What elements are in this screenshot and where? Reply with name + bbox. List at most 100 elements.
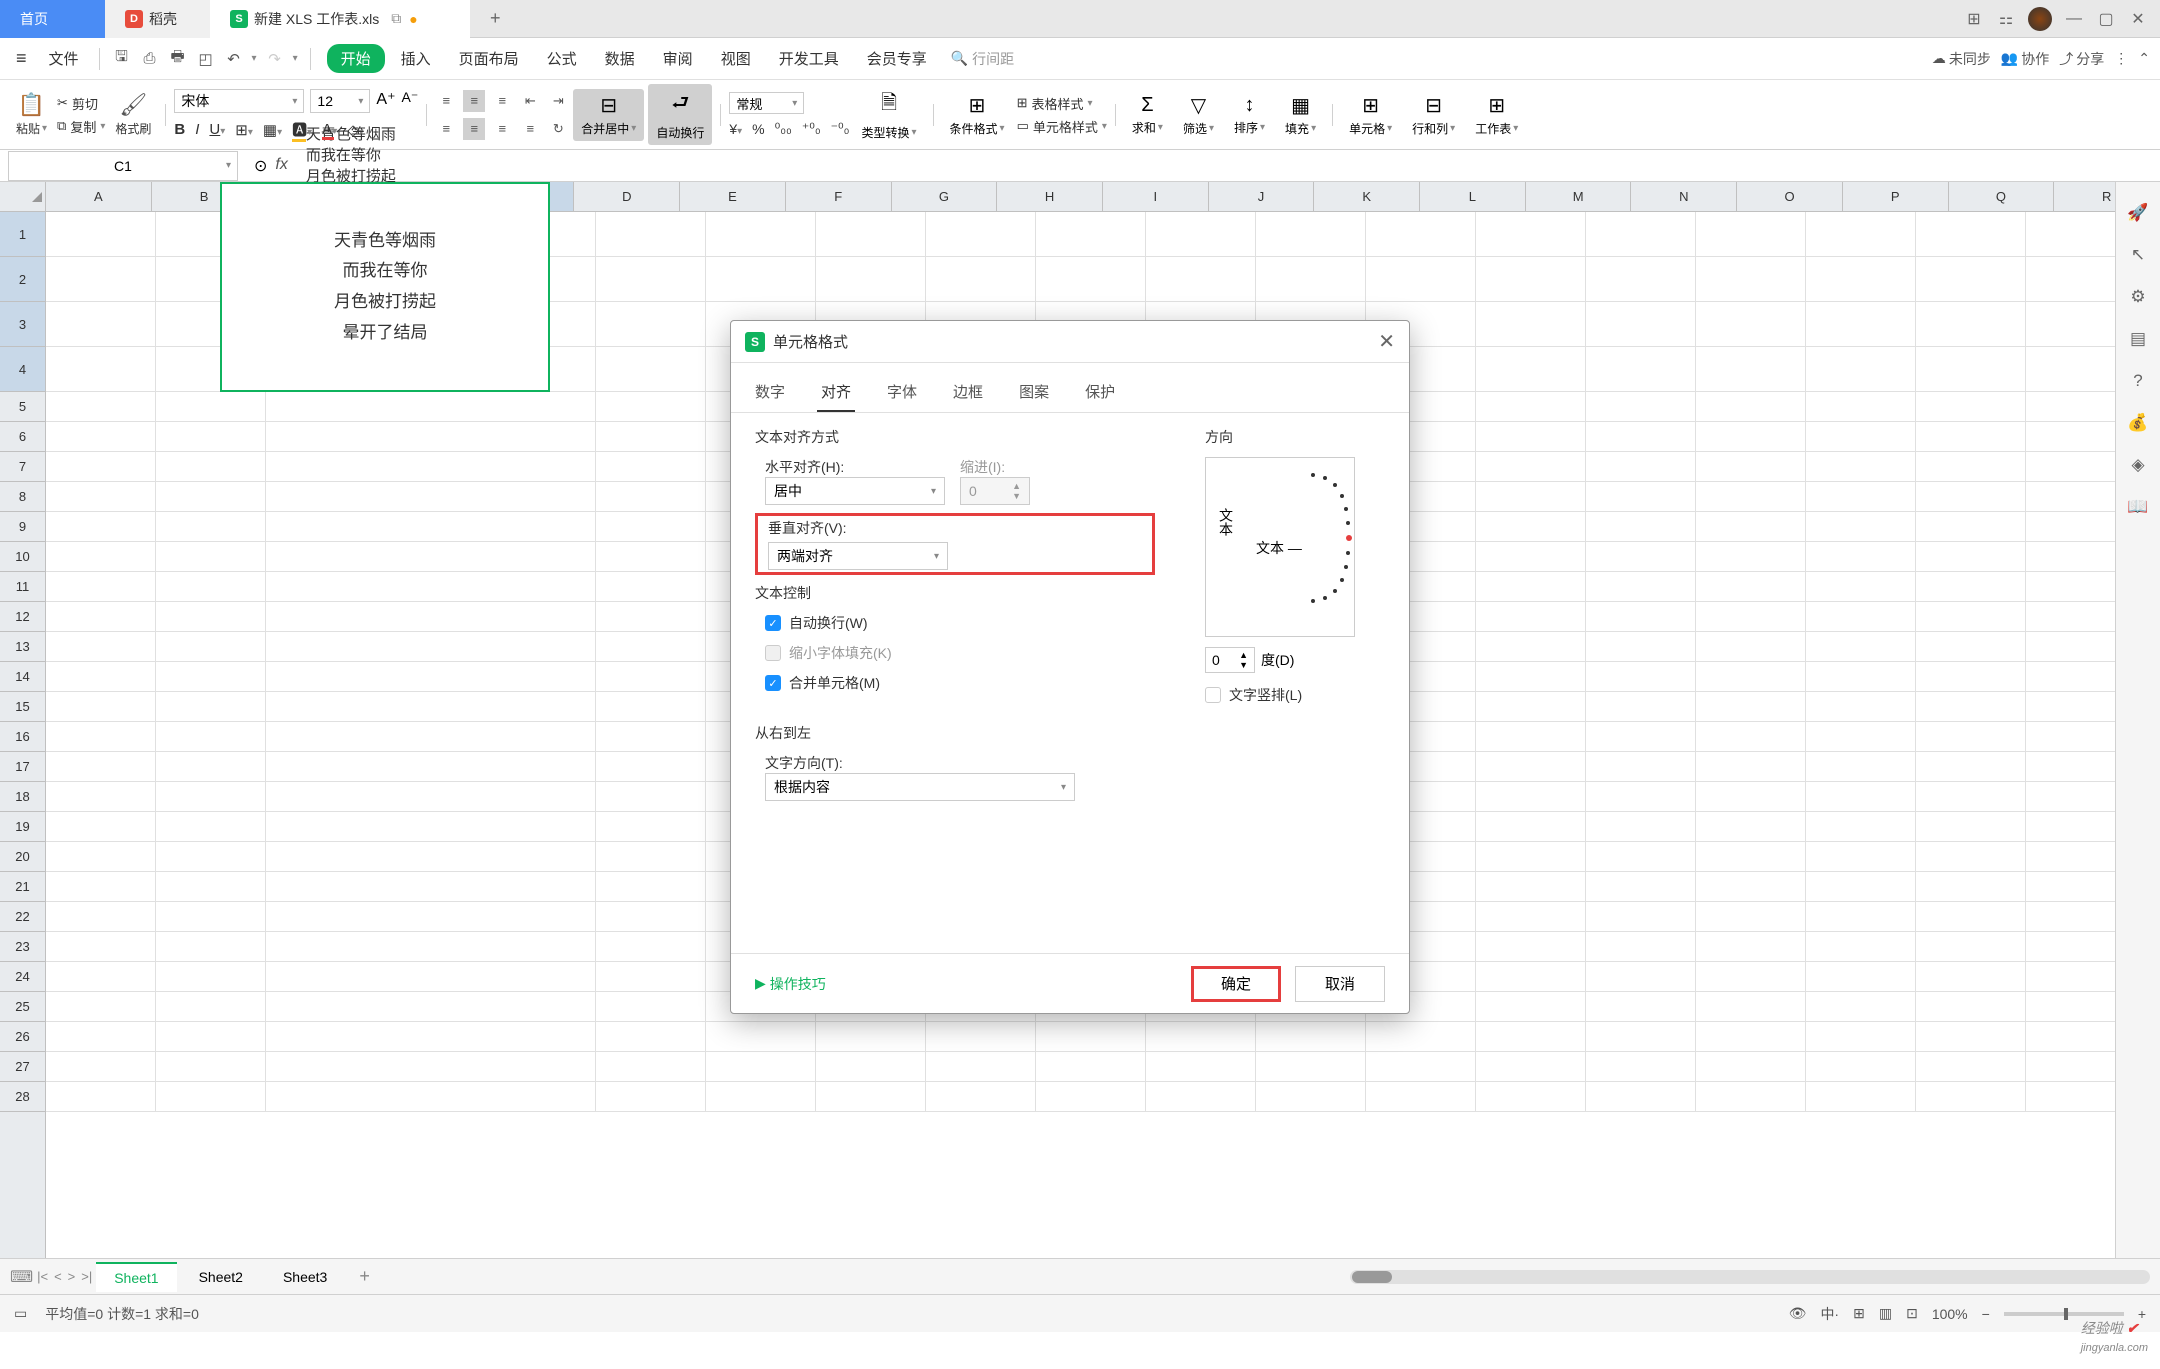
percent-icon[interactable]: % [752,121,764,137]
tab-docer[interactable]: D稻壳 [105,0,210,38]
dlg-tab-font[interactable]: 字体 [883,373,921,412]
row-header-1[interactable]: 1 [0,212,45,257]
view-normal-icon[interactable]: ⊞ [1853,1305,1865,1322]
fill-button[interactable]: ▦填充▾ [1277,93,1324,137]
type-convert-button[interactable]: 🗎类型转换▾ [853,88,924,141]
nav-last-icon[interactable]: >| [81,1269,92,1284]
row-header[interactable]: 12 [0,602,45,632]
font-name-select[interactable]: 宋体▾ [174,89,304,113]
cn-icon[interactable]: 中· [1820,1304,1839,1324]
file-menu[interactable]: 文件 [41,48,87,69]
sliders-icon[interactable]: ⚙ [2127,286,2149,308]
dlg-tab-align[interactable]: 对齐 [817,373,855,412]
view-break-icon[interactable]: ⊡ [1906,1305,1918,1322]
font-color-icon[interactable]: A▾ [322,121,337,138]
align-center-icon[interactable]: ≡ [463,118,485,140]
copy-icon[interactable]: ⧉ [391,10,401,27]
print-icon[interactable]: 🖶 [168,49,188,69]
help-icon[interactable]: ? [2127,370,2149,392]
zoom-thumb[interactable] [2064,1308,2068,1320]
grid-view-icon[interactable]: ⊞ [1964,9,1984,29]
scroll-thumb[interactable] [1352,1271,1392,1283]
avatar[interactable] [2028,7,2052,31]
dlg-tab-number[interactable]: 数字 [751,373,789,412]
macro-icon[interactable]: ⌨ [10,1267,33,1287]
dlg-tab-pattern[interactable]: 图案 [1015,373,1053,412]
col-header-p[interactable]: P [1843,182,1949,211]
rowcol-button[interactable]: ⊟行和列▾ [1404,93,1463,137]
row-header-3[interactable]: 3 [0,302,45,347]
collapse-icon[interactable]: ⌃ [2138,50,2150,67]
col-header-k[interactable]: K [1314,182,1420,211]
nav-next-icon[interactable]: > [68,1269,76,1284]
rocket-icon[interactable]: 🚀 [2127,202,2149,224]
fill-color-icon[interactable]: ▦▾ [263,121,282,139]
minimize-icon[interactable]: — [2064,9,2084,29]
bold-icon[interactable]: B [174,121,185,138]
book-icon[interactable]: 📖 [2127,496,2149,518]
row-header[interactable]: 28 [0,1082,45,1112]
decrease-decimal-icon[interactable]: ⁻⁰₀ [831,120,850,137]
col-header-l[interactable]: L [1420,182,1526,211]
undo-dd[interactable]: ▾ [252,53,257,64]
tab-file[interactable]: S新建 XLS 工作表.xls⧉● [210,0,470,38]
wrap-checkbox-row[interactable]: ✓自动换行(W) [755,613,1155,633]
table-style-button[interactable]: ⊞表格样式▾ [1017,94,1107,113]
tips-link[interactable]: ▶操作技巧 [755,974,826,994]
highlight-icon[interactable]: 🅰▾ [292,119,312,140]
hamburger-icon[interactable]: ≡ [10,48,33,69]
underline-icon[interactable]: U▾ [209,121,225,138]
apps-icon[interactable]: ⚏ [1996,9,2016,29]
eye-icon[interactable]: 👁 [1789,1305,1807,1322]
vertical-text-row[interactable]: 文字竖排(L) [1205,685,1385,705]
cancel-button[interactable]: 取消 [1295,966,1385,1002]
cells-button[interactable]: ⊞单元格▾ [1341,93,1400,137]
zoom-out-icon[interactable]: − [1982,1306,1990,1322]
redo-icon[interactable]: ↷ [265,49,285,69]
italic-icon[interactable]: I [195,121,199,138]
row-header[interactable]: 18 [0,782,45,812]
menu-tab-formula[interactable]: 公式 [535,44,589,73]
row-header[interactable]: 21 [0,872,45,902]
status-icon[interactable]: ▭ [14,1305,27,1322]
row-header[interactable]: 7 [0,452,45,482]
col-header-o[interactable]: O [1737,182,1843,211]
align-bottom-icon[interactable]: ≡ [491,90,513,112]
text-dir-select[interactable]: 根据内容▾ [765,773,1075,801]
dlg-tab-border[interactable]: 边框 [949,373,987,412]
row-header[interactable]: 6 [0,422,45,452]
h-align-select[interactable]: 居中▾ [765,477,945,505]
unsync-button[interactable]: ☁未同步 [1932,49,1991,69]
worksheet-button[interactable]: ⊞工作表▾ [1467,93,1526,137]
col-header-d[interactable]: D [574,182,680,211]
align-right-icon[interactable]: ≡ [491,118,513,140]
cut-button[interactable]: ✂剪切 [57,94,105,113]
collab-button[interactable]: 👥协作 [2001,49,2049,69]
close-icon[interactable]: ✕ [2128,9,2148,29]
sort-button[interactable]: ↕排序▾ [1226,94,1273,136]
row-header[interactable]: 15 [0,692,45,722]
row-header[interactable]: 19 [0,812,45,842]
orientation-icon[interactable]: ↻ [547,118,569,140]
search-box[interactable]: 🔍行间距 [951,49,1014,69]
cash-icon[interactable]: 💰 [2127,412,2149,434]
row-header[interactable]: 16 [0,722,45,752]
v-align-select[interactable]: 两端对齐▾ [768,542,948,570]
sheet-tab-1[interactable]: Sheet1 [96,1262,176,1292]
col-header-i[interactable]: I [1103,182,1209,211]
row-header-4[interactable]: 4 [0,347,45,392]
nav-first-icon[interactable]: |< [37,1269,48,1284]
view-page-icon[interactable]: ▥ [1879,1305,1892,1322]
fx-icon[interactable]: fx [275,156,287,176]
paste-group[interactable]: 📋粘贴▾ [10,92,53,137]
more-icon[interactable]: ⋮ [2114,50,2128,67]
row-header[interactable]: 14 [0,662,45,692]
col-header-f[interactable]: F [786,182,892,211]
dialog-title-bar[interactable]: S 单元格格式 ✕ [731,321,1409,363]
row-header-2[interactable]: 2 [0,257,45,302]
row-header[interactable]: 13 [0,632,45,662]
ok-button[interactable]: 确定 [1191,966,1281,1002]
menu-tab-start[interactable]: 开始 [327,44,385,73]
redo-dd[interactable]: ▾ [293,53,298,64]
zoom-to-cell-icon[interactable]: ⊙ [254,156,267,176]
